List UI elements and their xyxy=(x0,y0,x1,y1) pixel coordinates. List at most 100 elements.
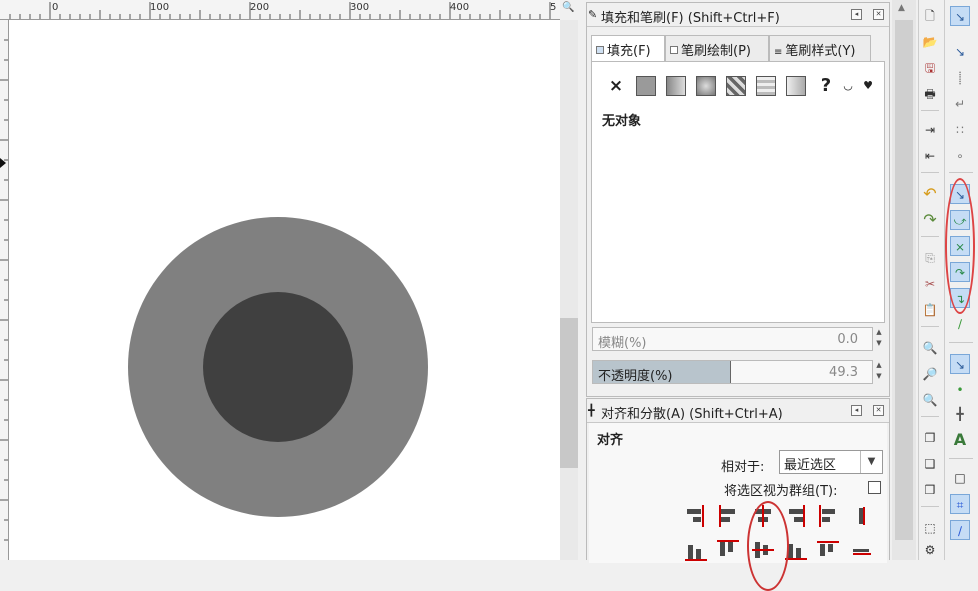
fill-tab-content: × ? ◡ ♥ 无对象 xyxy=(591,61,885,323)
snap-bbox-icon[interactable]: ↘ xyxy=(950,42,970,62)
align-top-icon[interactable] xyxy=(717,539,739,561)
collapse-icon[interactable]: ◂ xyxy=(851,9,862,20)
snap-rotation-icon[interactable]: ╋ xyxy=(950,404,970,424)
dialog-title: 对齐和分散(A) (Shift+Ctrl+A) xyxy=(601,407,783,422)
treat-as-group-label: 将选区视为群组(T): xyxy=(724,484,838,499)
dialog-title: 填充和笔刷(F) (Shift+Ctrl+F) xyxy=(601,11,780,26)
collapse-icon[interactable]: ◂ xyxy=(851,405,862,416)
tab-stroke-paint[interactable]: 笔刷绘制(P) xyxy=(665,35,769,61)
align-distribute-dialog: ╋ 对齐和分散(A) (Shift+Ctrl+A) ◂ ✕ 对齐 相对于: 最近… xyxy=(586,398,890,591)
import-icon[interactable]: ⇥ xyxy=(920,120,940,140)
relative-to-label: 相对于: xyxy=(721,460,765,475)
ruler-ticks xyxy=(0,39,8,541)
stroke-style-icon: ≡ xyxy=(774,47,783,58)
inner-circle[interactable] xyxy=(203,292,353,442)
relative-to-select[interactable]: 最近选区 ▼ xyxy=(779,450,883,474)
dialog-title-bar[interactable]: ✎ 填充和笔刷(F) (Shift+Ctrl+F) ◂ ✕ xyxy=(587,3,889,27)
close-icon[interactable]: ✕ xyxy=(873,405,884,416)
snap-toggle-icon[interactable]: ↘ xyxy=(950,6,970,26)
cut-icon[interactable]: ✂ xyxy=(920,274,940,294)
print-icon[interactable]: 🖶 xyxy=(920,84,940,104)
dialog-title-bar[interactable]: ╋ 对齐和分散(A) (Shift+Ctrl+A) ◂ ✕ xyxy=(587,399,889,423)
snap-midpoint-icon[interactable]: ∕ xyxy=(950,314,970,334)
opacity-value[interactable]: 49.3 xyxy=(829,365,858,380)
align-baseline-vertical-icon[interactable] xyxy=(851,539,873,561)
blur-slider[interactable]: 模糊(%) 0.0 ▲ ▼ xyxy=(592,327,884,353)
align-left-icon[interactable] xyxy=(717,505,739,527)
document-props-icon[interactable]: ⚙ xyxy=(920,540,940,560)
commands-toolbar: 🗋 📂 🖫 🖶 ⇥ ⇤ ↶ ↷ ⎘ ✂ 📋 🔍 🔎 🔍 ❐ ❑ ❒ ⬚ ⚙ xyxy=(918,0,942,560)
blur-spinner[interactable]: ▲ ▼ xyxy=(874,327,884,351)
align-content: 对齐 相对于: 最近选区 ▼ 将选区视为群组(T): xyxy=(589,423,887,591)
horizontal-ruler[interactable]: 0 100 200 300 400 5 xyxy=(0,0,560,20)
gradient-mesh-icon[interactable] xyxy=(786,76,806,96)
highlight-annotation xyxy=(945,178,975,314)
snap-bbox-corner-icon[interactable]: ↵ xyxy=(950,94,970,114)
zoom-icon[interactable]: 🔍 xyxy=(562,2,576,16)
snap-object-center-icon[interactable]: ↘ xyxy=(950,354,970,374)
open-icon[interactable]: 📂 xyxy=(920,32,940,52)
ungroup-icon[interactable]: ❒ xyxy=(920,480,940,500)
align-left-to-right-icon[interactable] xyxy=(817,505,839,527)
snap-bbox-edge-icon[interactable]: ⸽ xyxy=(950,68,970,88)
blur-value[interactable]: 0.0 xyxy=(837,332,858,347)
linear-gradient-icon[interactable] xyxy=(666,76,686,96)
snap-bbox-center-icon[interactable]: ∘ xyxy=(950,146,970,166)
align-text-baseline-icon[interactable] xyxy=(851,505,873,527)
redo-icon[interactable]: ↷ xyxy=(920,210,940,230)
zoom-drawing-icon[interactable]: 🔎 xyxy=(920,364,940,384)
align-top-to-bottom-icon[interactable] xyxy=(817,539,839,561)
zoom-selection-icon[interactable]: 🔍 xyxy=(920,338,940,358)
group-icon[interactable]: ❑ xyxy=(920,454,940,474)
snap-grid-icon[interactable]: ⌗ xyxy=(950,494,970,514)
align-right-to-left-icon[interactable] xyxy=(685,505,707,527)
tab-fill[interactable]: 填充(F) xyxy=(591,35,665,61)
paint-type-row: × ? ◡ ♥ xyxy=(606,76,876,98)
blur-track[interactable]: 模糊(%) 0.0 xyxy=(592,327,873,351)
dock-scrollbar-thumb[interactable] xyxy=(895,20,913,540)
tab-stroke-style[interactable]: ≡ 笔刷样式(Y) xyxy=(769,35,871,61)
align-heading: 对齐 xyxy=(597,433,624,448)
duplicate-icon[interactable]: ❐ xyxy=(920,428,940,448)
paste-icon[interactable]: 📋 xyxy=(920,300,940,320)
no-object-label: 无对象 xyxy=(602,114,642,129)
opacity-slider[interactable]: 不透明度(%) 49.3 ▲ ▼ xyxy=(592,360,884,386)
snap-bbox-midpoint-icon[interactable]: ∷ xyxy=(950,120,970,140)
evenodd-icon[interactable]: ◡ xyxy=(838,76,858,96)
copy-icon[interactable]: ⎘ xyxy=(920,248,940,268)
flat-color-icon[interactable] xyxy=(636,76,656,96)
snap-text-baseline-icon[interactable]: A xyxy=(950,430,970,450)
undo-icon[interactable]: ↶ xyxy=(920,184,940,204)
new-document-icon[interactable]: 🗋 xyxy=(920,6,940,26)
opacity-spinner[interactable]: ▲ ▼ xyxy=(874,360,884,384)
fill-stroke-tabs: 填充(F) 笔刷绘制(P) ≡ 笔刷样式(Y) xyxy=(591,35,875,61)
blur-label: 模糊(%) xyxy=(598,336,647,351)
snap-page-border-icon[interactable]: □ xyxy=(950,468,970,488)
align-right-icon[interactable] xyxy=(785,505,807,527)
nonzero-icon[interactable]: ♥ xyxy=(858,76,878,96)
swatch-icon[interactable] xyxy=(756,76,776,96)
snap-guide-icon[interactable]: ∕ xyxy=(950,520,970,540)
snap-rotation-center-icon[interactable]: • xyxy=(950,380,970,400)
unset-icon[interactable]: ? xyxy=(816,76,836,96)
highlight-annotation xyxy=(747,501,789,591)
opacity-track[interactable]: 不透明度(%) 49.3 xyxy=(592,360,873,384)
export-icon[interactable]: ⇤ xyxy=(920,146,940,166)
scroll-up-icon[interactable]: ▲ xyxy=(898,3,905,13)
fill-stroke-icon[interactable]: ⬚ xyxy=(920,518,940,538)
vertical-ruler[interactable] xyxy=(0,20,9,560)
canvas-vertical-scrollbar[interactable] xyxy=(560,20,578,560)
save-icon[interactable]: 🖫 xyxy=(920,58,940,78)
treat-as-group-checkbox[interactable] xyxy=(868,481,881,494)
no-paint-icon[interactable]: × xyxy=(606,76,626,96)
align-bottom-to-top-icon[interactable] xyxy=(685,539,707,561)
radial-gradient-icon[interactable] xyxy=(696,76,716,96)
fill-stroke-dialog: ✎ 填充和笔刷(F) (Shift+Ctrl+F) ◂ ✕ 填充(F) 笔刷绘制… xyxy=(586,2,890,397)
align-icon: ╋ xyxy=(588,404,595,417)
pattern-icon[interactable] xyxy=(726,76,746,96)
scrollbar-thumb[interactable] xyxy=(560,318,578,468)
chevron-down-icon[interactable]: ▼ xyxy=(860,451,882,473)
ruler-ticks xyxy=(9,2,551,19)
zoom-page-icon[interactable]: 🔍 xyxy=(920,390,940,410)
close-icon[interactable]: ✕ xyxy=(873,9,884,20)
